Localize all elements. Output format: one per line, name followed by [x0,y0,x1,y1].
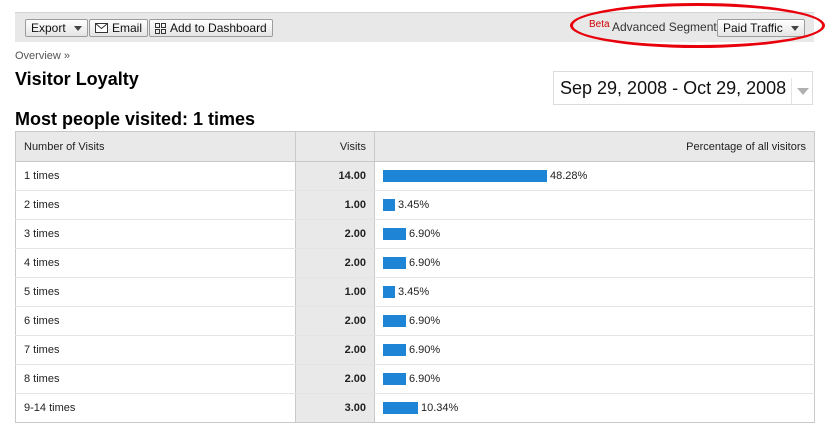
column-header-percentage[interactable]: Percentage of all visitors [374,131,815,162]
table-row: 3 times 2.00 6.90% [15,219,815,249]
table-row: 6 times 2.00 6.90% [15,306,815,336]
percentage-cell: 3.45% [374,190,815,220]
visits-value: 3.00 [295,393,375,423]
visit-count-label: 6 times [15,306,296,336]
percentage-cell: 6.90% [374,248,815,278]
percentage-bar [383,344,406,356]
envelope-icon [95,23,108,33]
column-header-visits[interactable]: Visits [295,131,375,162]
breadcrumb[interactable]: Overview » [15,50,70,62]
visitor-loyalty-table: Number of Visits Visits Percentage of al… [15,131,815,423]
table-row: 2 times 1.00 3.45% [15,190,815,220]
percentage-cell: 6.90% [374,219,815,249]
grid-icon [155,22,166,34]
dashboard-label: Add to Dashboard [170,21,267,35]
visits-value: 1.00 [295,190,375,220]
table-row: 9-14 times 3.00 10.34% [15,393,815,423]
summary-headline: Most people visited: 1 times [15,109,256,129]
highlight-oval [570,3,825,48]
date-dropdown-toggle[interactable] [791,78,813,104]
percentage-value: 6.90% [409,257,441,269]
visits-value: 2.00 [295,248,375,278]
percentage-bar [383,373,406,385]
percentage-cell: 6.90% [374,364,815,394]
percentage-cell: 6.90% [374,335,815,365]
table-row: 1 times 14.00 48.28% [15,161,815,191]
export-button[interactable]: Export [25,19,88,37]
column-header-number-of-visits[interactable]: Number of Visits [15,131,296,162]
table-row: 4 times 2.00 6.90% [15,248,815,278]
date-range-picker[interactable]: Sep 29, 2008 - Oct 29, 2008 [553,71,813,105]
email-button[interactable]: Email [89,19,149,37]
table-row: 5 times 1.00 3.45% [15,277,815,307]
chevron-down-icon [73,25,82,31]
visit-count-label: 8 times [15,364,296,394]
percentage-value: 6.90% [409,315,441,327]
add-to-dashboard-button[interactable]: Add to Dashboard [149,19,273,37]
percentage-bar [383,315,406,327]
percentage-value: 6.90% [409,228,441,240]
visit-count-label: 7 times [15,335,296,365]
visit-count-label: 5 times [15,277,296,307]
percentage-bar [383,257,406,269]
percentage-bar [383,286,395,298]
email-label: Email [112,21,143,35]
percentage-bar [383,199,395,211]
percentage-bar [383,228,406,240]
percentage-cell: 3.45% [374,277,815,307]
table-row: 8 times 2.00 6.90% [15,364,815,394]
percentage-cell: 6.90% [374,306,815,336]
visits-value: 2.00 [295,335,375,365]
visit-count-label: 1 times [15,161,296,191]
visit-count-label: 9-14 times [15,393,296,423]
percentage-value: 6.90% [409,344,441,356]
visit-count-label: 2 times [15,190,296,220]
visits-value: 2.00 [295,219,375,249]
percentage-cell: 10.34% [374,393,815,423]
visits-value: 14.00 [295,161,375,191]
percentage-value: 3.45% [398,199,430,211]
percentage-value: 6.90% [409,373,441,385]
visit-count-label: 3 times [15,219,296,249]
chevron-down-icon [796,87,809,95]
visits-value: 1.00 [295,277,375,307]
table-header: Number of Visits Visits Percentage of al… [15,131,815,162]
percentage-value: 48.28% [550,170,588,182]
visits-value: 2.00 [295,364,375,394]
percentage-value: 10.34% [421,402,459,414]
visits-value: 2.00 [295,306,375,336]
page-title: Visitor Loyalty [15,69,139,89]
percentage-cell: 48.28% [374,161,815,191]
visit-count-label: 4 times [15,248,296,278]
percentage-bar [383,402,418,414]
percentage-bar [383,170,547,182]
export-label: Export [31,21,66,35]
percentage-value: 3.45% [398,286,430,298]
date-range-text: Sep 29, 2008 - Oct 29, 2008 [560,78,787,98]
table-row: 7 times 2.00 6.90% [15,335,815,365]
